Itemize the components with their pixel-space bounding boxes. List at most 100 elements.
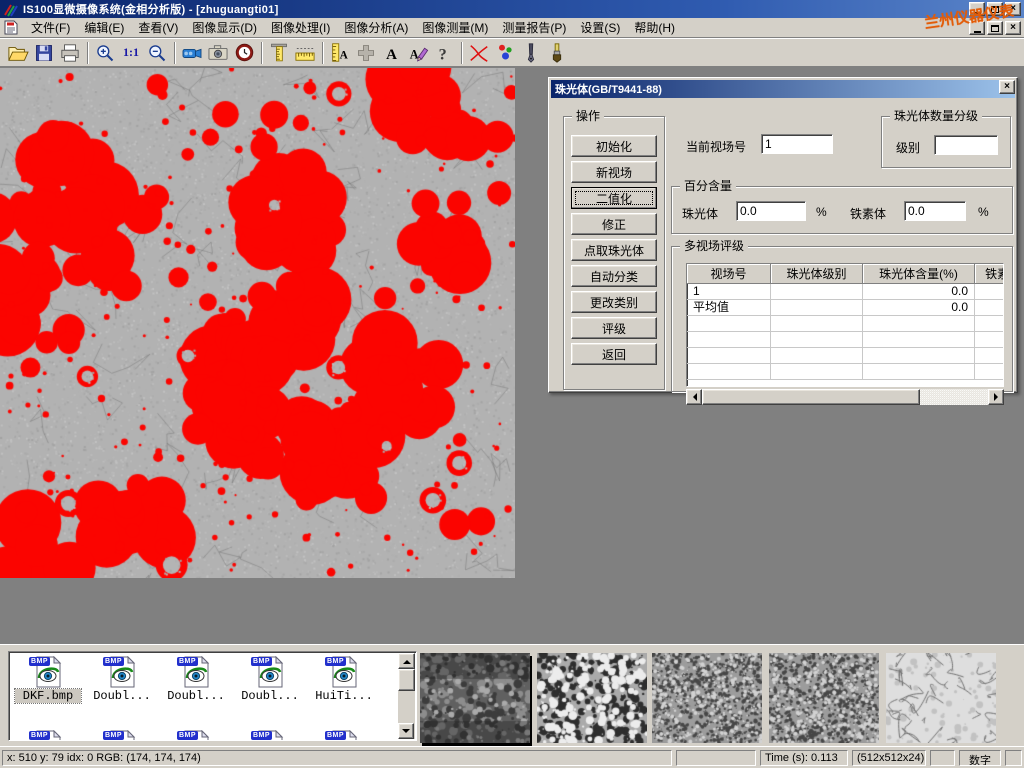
thumbnail-3[interactable] bbox=[652, 653, 762, 743]
open-folder-icon bbox=[7, 43, 29, 63]
brush-tool-button[interactable] bbox=[544, 40, 570, 65]
table-row[interactable]: 1 0.0 bbox=[687, 284, 1003, 300]
scroll-right-button[interactable] bbox=[988, 389, 1004, 405]
correct-button[interactable]: 修正 bbox=[571, 213, 657, 235]
menu-image-analysis[interactable]: 图像分析(A) bbox=[337, 17, 415, 38]
actual-size-button[interactable]: 1:1 bbox=[118, 40, 144, 65]
print-button[interactable] bbox=[57, 40, 83, 65]
zoom-in-button[interactable] bbox=[92, 40, 118, 65]
new-field-button[interactable]: 新视场 bbox=[571, 161, 657, 183]
status-cursor-info: x: 510 y: 79 idx: 0 RGB: (174, 174, 174) bbox=[2, 750, 672, 766]
thumbnail-4[interactable] bbox=[769, 653, 879, 743]
table-row[interactable]: 平均值 0.0 bbox=[687, 300, 1003, 316]
measure-label-button[interactable]: A bbox=[327, 40, 353, 65]
caliper-measure-button[interactable] bbox=[266, 40, 292, 65]
ferrite-percent-input[interactable] bbox=[904, 201, 966, 221]
menu-settings[interactable]: 设置(S) bbox=[573, 17, 627, 38]
file-list-scrollbar[interactable] bbox=[398, 653, 415, 739]
pearlite-dialog: 珠光体(GB/T9441-88) × 操作 初始化 新视场 二值化 修正 点取珠… bbox=[548, 77, 1018, 393]
table-hscrollbar[interactable] bbox=[686, 389, 1004, 405]
merge-button[interactable] bbox=[353, 40, 379, 65]
text-button[interactable]: A bbox=[379, 40, 405, 65]
menu-edit[interactable]: 编辑(E) bbox=[77, 17, 131, 38]
menu-image-processing[interactable]: 图像处理(I) bbox=[264, 17, 337, 38]
file-name[interactable]: Doubl... bbox=[163, 689, 229, 703]
pick-pearlite-button[interactable]: 点取珠光体 bbox=[571, 239, 657, 261]
file-list[interactable]: BMP DKF.bmp BMP Doubl... BMP Doubl... BM… bbox=[8, 651, 417, 741]
change-class-button[interactable]: 更改类别 bbox=[571, 291, 657, 313]
dialog-close-button[interactable]: × bbox=[999, 80, 1015, 94]
metallograph-image[interactable] bbox=[0, 68, 515, 578]
grade-button[interactable]: 评级 bbox=[571, 317, 657, 339]
status-empty-1 bbox=[676, 750, 756, 766]
rating-table[interactable]: 视场号 珠光体级别 珠光体含量(%) 铁素体含量(%) 1 0.0 平均值 0.… bbox=[686, 263, 1004, 387]
thumbnail-1[interactable] bbox=[420, 653, 530, 743]
menu-image-display[interactable]: 图像显示(D) bbox=[185, 17, 264, 38]
file-item[interactable]: BMP HuiTi... bbox=[311, 656, 377, 703]
help-button[interactable]: ? bbox=[431, 40, 457, 65]
zoom-out-button[interactable] bbox=[144, 40, 170, 65]
mdi-minimize-button[interactable] bbox=[969, 21, 985, 35]
file-item[interactable]: BMP bbox=[89, 730, 155, 741]
open-button[interactable] bbox=[5, 40, 31, 65]
menu-image-measure[interactable]: 图像测量(M) bbox=[415, 17, 495, 38]
current-field-input[interactable] bbox=[761, 134, 833, 154]
file-item[interactable]: BMP Doubl... bbox=[89, 656, 155, 703]
file-item[interactable]: BMP Doubl... bbox=[237, 656, 303, 703]
thumbnail-5[interactable] bbox=[886, 653, 996, 743]
snapshot-button[interactable] bbox=[205, 40, 231, 65]
timer-button[interactable] bbox=[231, 40, 257, 65]
menu-help[interactable]: 帮助(H) bbox=[627, 17, 682, 38]
initialize-button[interactable]: 初始化 bbox=[571, 135, 657, 157]
minimize-button[interactable] bbox=[969, 2, 985, 16]
toolbar-separator bbox=[174, 42, 175, 64]
zoom-out-icon bbox=[147, 43, 167, 63]
file-item[interactable]: BMP Doubl... bbox=[163, 656, 229, 703]
dialog-title-bar[interactable]: 珠光体(GB/T9441-88) bbox=[551, 80, 1015, 98]
scrollbar-thumb[interactable] bbox=[702, 389, 920, 405]
table-row-empty bbox=[687, 348, 1003, 364]
ruler-measure-button[interactable] bbox=[292, 40, 318, 65]
scroll-down-button[interactable] bbox=[398, 723, 414, 739]
file-item[interactable]: BMP bbox=[15, 730, 81, 741]
ruler-icon bbox=[294, 43, 316, 63]
close-button[interactable]: × bbox=[1005, 2, 1021, 16]
menu-file[interactable]: 文件(F) bbox=[24, 17, 77, 38]
phase-particles-button[interactable] bbox=[492, 40, 518, 65]
file-name[interactable]: HuiTi... bbox=[311, 689, 377, 703]
menu-measure-report[interactable]: 测量报告(P) bbox=[495, 17, 573, 38]
dialog-title: 珠光体(GB/T9441-88) bbox=[555, 81, 662, 97]
letter-a-icon: A bbox=[382, 43, 402, 63]
auto-classify-button[interactable]: 自动分类 bbox=[571, 265, 657, 287]
pearlite-percent-input[interactable] bbox=[736, 201, 806, 221]
curve-tool-button[interactable] bbox=[466, 40, 492, 65]
grading-group: 珠光体数量分级 级别 bbox=[881, 116, 1011, 168]
menu-view[interactable]: 查看(V) bbox=[131, 17, 185, 38]
pearlite-unit: % bbox=[816, 205, 827, 219]
save-button[interactable] bbox=[31, 40, 57, 65]
video-capture-button[interactable] bbox=[179, 40, 205, 65]
grade-input[interactable] bbox=[934, 135, 998, 155]
status-time: Time (s): 0.113 bbox=[760, 750, 848, 766]
file-name[interactable]: Doubl... bbox=[237, 689, 303, 703]
restore-button[interactable] bbox=[987, 2, 1003, 16]
scrollbar-thumb[interactable] bbox=[398, 669, 415, 691]
mdi-close-button[interactable]: × bbox=[1005, 21, 1021, 35]
scroll-left-button[interactable] bbox=[686, 389, 702, 405]
title-bar[interactable]: IS100显微摄像系统(金相分析版) - [zhuguangti01] bbox=[0, 0, 1024, 18]
grading-group-label: 珠光体数量分级 bbox=[890, 109, 982, 124]
scrollbar-track[interactable] bbox=[920, 389, 988, 405]
file-item[interactable]: BMP bbox=[237, 730, 303, 741]
binarize-button[interactable]: 二值化 bbox=[571, 187, 657, 209]
scroll-up-button[interactable] bbox=[398, 653, 415, 669]
file-name[interactable]: Doubl... bbox=[89, 689, 155, 703]
pen-tool-button[interactable] bbox=[518, 40, 544, 65]
file-item[interactable]: BMP bbox=[163, 730, 229, 741]
annotate-button[interactable]: A bbox=[405, 40, 431, 65]
mdi-restore-button[interactable] bbox=[987, 21, 1003, 35]
return-button[interactable]: 返回 bbox=[571, 343, 657, 365]
thumbnail-2[interactable] bbox=[537, 653, 647, 743]
file-item[interactable]: BMP DKF.bmp bbox=[15, 656, 81, 703]
file-item[interactable]: BMP bbox=[311, 730, 377, 741]
file-name[interactable]: DKF.bmp bbox=[15, 689, 81, 703]
